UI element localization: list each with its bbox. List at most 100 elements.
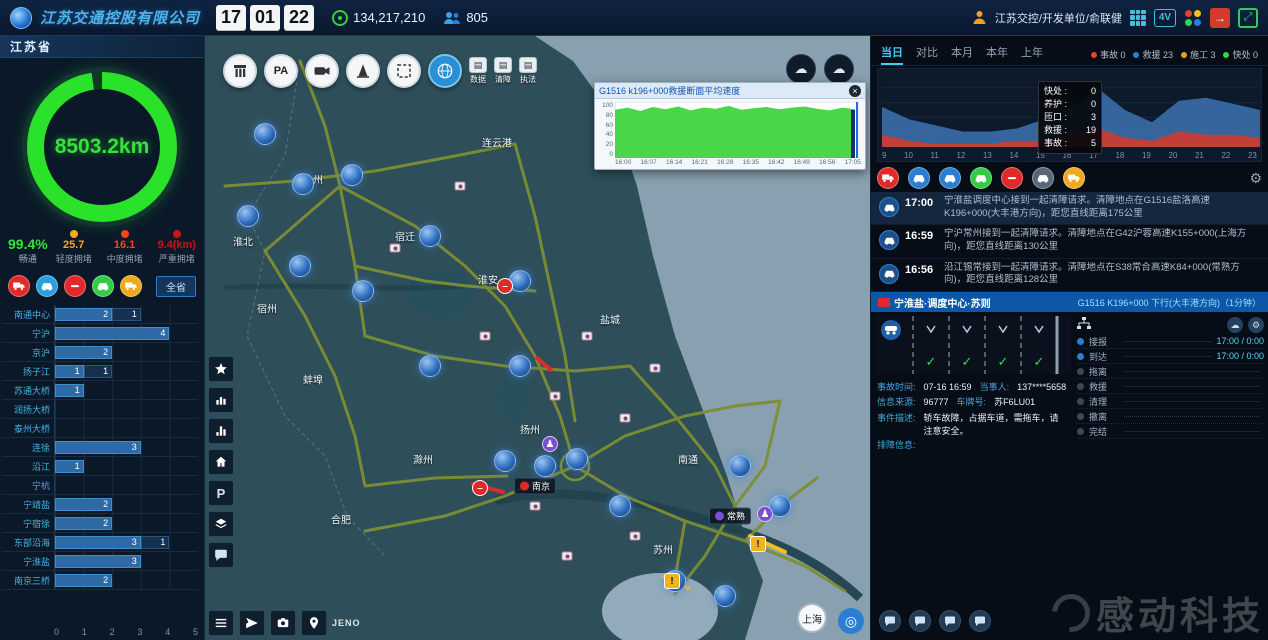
truck-filter-icon[interactable] bbox=[120, 275, 142, 297]
cluster-marker[interactable] bbox=[609, 495, 631, 517]
corridor-row[interactable]: 苏通大桥1 bbox=[2, 381, 198, 400]
corridor-row[interactable]: 京沪2 bbox=[2, 343, 198, 362]
stats-button[interactable] bbox=[208, 418, 234, 444]
cluster-marker[interactable] bbox=[289, 255, 311, 277]
timeline-step[interactable]: 撤离 bbox=[1077, 409, 1264, 424]
4v-badge[interactable]: 4V bbox=[1154, 9, 1176, 27]
cluster-marker[interactable] bbox=[729, 455, 751, 477]
corridor-row[interactable]: 宁沪4 bbox=[2, 324, 198, 343]
minus-filter-icon[interactable] bbox=[64, 275, 86, 297]
weather-layer-button[interactable] bbox=[428, 54, 462, 88]
cluster-marker[interactable] bbox=[534, 455, 556, 477]
cluster-marker[interactable] bbox=[254, 123, 276, 145]
apps-grid-icon[interactable] bbox=[1130, 10, 1146, 26]
camera-marker[interactable] bbox=[630, 532, 641, 541]
truck-filter-icon[interactable] bbox=[877, 167, 899, 189]
tab-本年[interactable]: 本年 bbox=[986, 44, 1008, 65]
corridor-row[interactable]: 宁淮盐3 bbox=[2, 552, 198, 571]
home-button[interactable] bbox=[208, 449, 234, 475]
warning-marker[interactable]: ! bbox=[664, 573, 680, 589]
traffic-camera-button[interactable] bbox=[305, 54, 339, 88]
cluster-marker[interactable] bbox=[341, 164, 363, 186]
corridor-row[interactable]: 连徐3 bbox=[2, 438, 198, 457]
camera-marker[interactable] bbox=[530, 502, 541, 511]
locate-button[interactable]: ◎ bbox=[838, 608, 864, 634]
corridor-row[interactable]: 东部沿海31 bbox=[2, 533, 198, 552]
camera-marker[interactable] bbox=[620, 414, 631, 423]
truck-filter-icon[interactable] bbox=[1063, 167, 1085, 189]
corridor-row[interactable]: 泰州大桥 bbox=[2, 419, 198, 438]
corridor-row[interactable]: 南京三桥2 bbox=[2, 571, 198, 590]
timeline-step[interactable]: 救援 bbox=[1077, 379, 1264, 394]
timeline-step[interactable]: 接报17:00 / 0:00 bbox=[1077, 334, 1264, 349]
layers-button[interactable] bbox=[208, 511, 234, 537]
city-shanghai-badge[interactable]: 上海 bbox=[797, 603, 827, 633]
tab-上年[interactable]: 上年 bbox=[1021, 44, 1043, 65]
corridor-row[interactable]: 宁宿徐2 bbox=[2, 514, 198, 533]
cloud-map-icon[interactable]: ☁ bbox=[824, 54, 854, 84]
province-filter-button[interactable]: 全省 bbox=[156, 276, 196, 297]
clear-button[interactable]: ▤清障 bbox=[494, 57, 512, 85]
camera-marker[interactable] bbox=[390, 244, 401, 253]
camera-marker[interactable] bbox=[562, 552, 573, 561]
menu-button[interactable] bbox=[208, 610, 234, 636]
event-row[interactable]: 17:00宁淮盐调度中心接到一起清障请求。清障地点在G1516盐洛高速K196+… bbox=[871, 192, 1268, 225]
warning-marker[interactable]: ! bbox=[750, 536, 766, 552]
cluster-marker[interactable] bbox=[352, 280, 374, 302]
cluster-marker[interactable] bbox=[566, 448, 588, 470]
corridor-row[interactable]: 南通中心21 bbox=[2, 305, 198, 324]
chat-icon[interactable] bbox=[939, 610, 961, 632]
region-button[interactable] bbox=[387, 54, 421, 88]
corridor-row[interactable]: 沿江1 bbox=[2, 457, 198, 476]
cluster-marker[interactable] bbox=[237, 205, 259, 227]
camera-marker[interactable] bbox=[582, 332, 593, 341]
car-filter-icon[interactable] bbox=[939, 167, 961, 189]
incident-header-bar[interactable]: 宁淮盐·调度中心·苏则 G1516 K196+000 下行(大丰港方向)（1分钟… bbox=[871, 292, 1268, 312]
person-marker[interactable]: ♟ bbox=[542, 436, 558, 452]
camera-marker[interactable] bbox=[455, 182, 466, 191]
corridor-row[interactable]: 宁杭 bbox=[2, 476, 198, 495]
cluster-marker[interactable] bbox=[419, 355, 441, 377]
map-pill-label[interactable]: 常熟 bbox=[709, 508, 751, 525]
cluster-marker[interactable] bbox=[292, 173, 314, 195]
corridor-row[interactable]: 扬子江11 bbox=[2, 362, 198, 381]
chart-button[interactable] bbox=[208, 387, 234, 413]
camera-marker[interactable] bbox=[650, 364, 661, 373]
gear-icon[interactable]: ⚙ bbox=[1249, 170, 1262, 187]
incident-marker[interactable]: – bbox=[497, 278, 513, 294]
incident-marker[interactable]: – bbox=[472, 480, 488, 496]
map-canvas[interactable]: 淮北宿州徐州宿迁连云港淮安盐城蚌埠滁州合肥扬州南通苏州南京常熟 ––!!♟♟ P… bbox=[205, 36, 870, 640]
camera-marker[interactable] bbox=[550, 392, 561, 401]
palette-icon[interactable] bbox=[1184, 9, 1202, 27]
cluster-marker[interactable] bbox=[494, 450, 516, 472]
car-filter-icon[interactable] bbox=[908, 167, 930, 189]
car-filter-icon[interactable] bbox=[1032, 167, 1054, 189]
tab-当日[interactable]: 当日 bbox=[881, 44, 903, 65]
share-button[interactable] bbox=[239, 610, 265, 636]
cluster-marker[interactable] bbox=[509, 355, 531, 377]
car-filter-icon[interactable] bbox=[970, 167, 992, 189]
broadcast-icon[interactable] bbox=[969, 610, 991, 632]
person-marker[interactable]: ♟ bbox=[757, 506, 773, 522]
minus-filter-icon[interactable] bbox=[1001, 167, 1023, 189]
timeline-step[interactable]: 完结 bbox=[1077, 424, 1264, 439]
data-button[interactable]: ▤数据 bbox=[469, 57, 487, 85]
corridor-row[interactable]: 宁靖盐2 bbox=[2, 495, 198, 514]
timeline-step[interactable]: 到达17:00 / 0:00 bbox=[1077, 349, 1264, 364]
enforce-button[interactable]: ▤执法 bbox=[519, 57, 537, 85]
corridor-row[interactable]: 润扬大桥 bbox=[2, 400, 198, 419]
event-row[interactable]: 16:56沿江锡常接到一起清障请求。清障地点在S38常合高速K84+000(常熟… bbox=[871, 259, 1268, 292]
car-filter-icon[interactable] bbox=[36, 275, 58, 297]
map-pill-label[interactable]: 南京 bbox=[514, 478, 556, 495]
favorites-button[interactable] bbox=[208, 356, 234, 382]
parking-button[interactable]: P bbox=[208, 480, 234, 506]
marker-button[interactable] bbox=[301, 610, 327, 636]
cluster-marker[interactable] bbox=[419, 225, 441, 247]
message-icon[interactable] bbox=[879, 610, 901, 632]
video-icon[interactable] bbox=[909, 610, 931, 632]
car-filter-icon[interactable] bbox=[92, 275, 114, 297]
construction-button[interactable] bbox=[346, 54, 380, 88]
service-area-button[interactable]: PA bbox=[264, 54, 298, 88]
timeline-step[interactable]: 拖离 bbox=[1077, 364, 1264, 379]
logout-icon[interactable]: → bbox=[1210, 8, 1230, 28]
